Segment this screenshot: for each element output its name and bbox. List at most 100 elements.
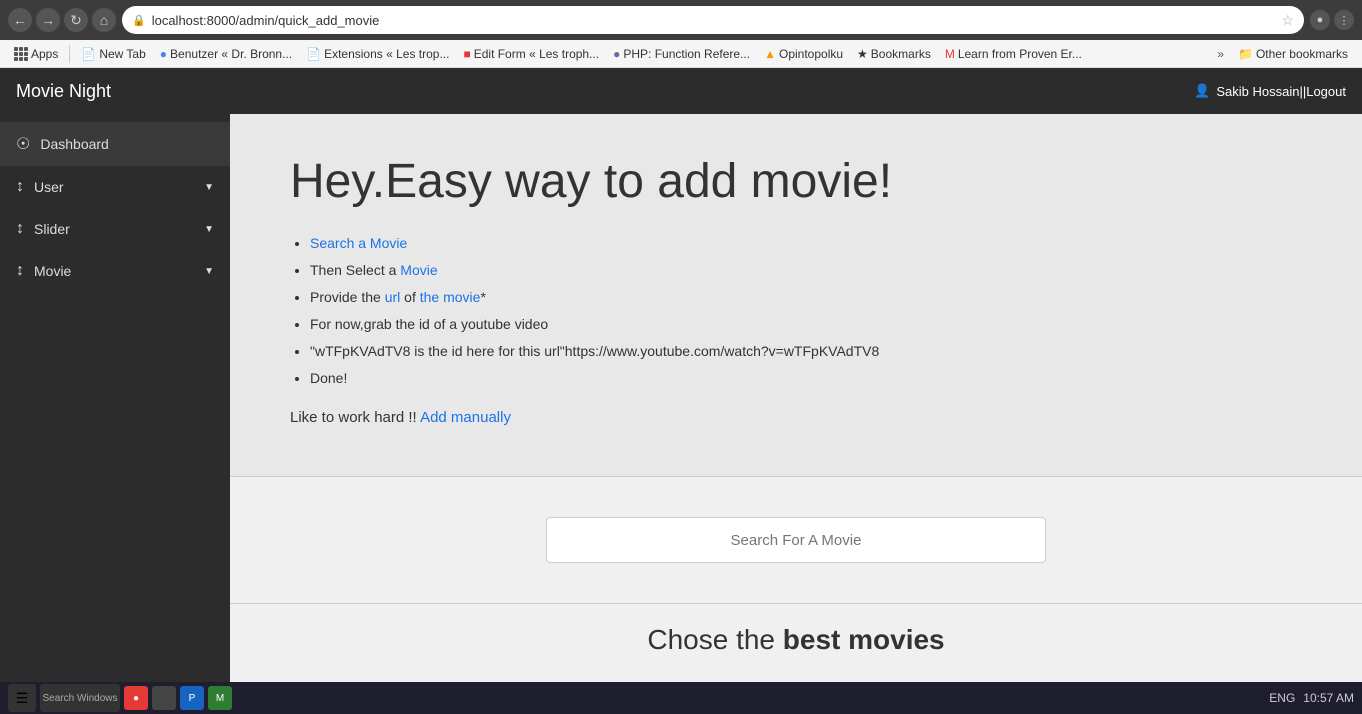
taskbar-app2-icon[interactable]: P	[180, 686, 204, 710]
search-movie-input[interactable]	[546, 517, 1046, 563]
instruction-list: Search a Movie Then Select a Movie Provi…	[290, 233, 1302, 389]
instruction-text: of	[400, 289, 419, 305]
user-icon: 👤	[1194, 83, 1210, 99]
search-taskbar-button[interactable]: Search Windows	[40, 684, 120, 712]
bottom-text-normal: Chose the	[647, 624, 782, 655]
hero-title: Hey.Easy way to add movie!	[290, 154, 1302, 209]
other-bookmarks-label: Other bookmarks	[1256, 47, 1348, 61]
bookmark-learn[interactable]: M Learn from Proven Er...	[939, 45, 1088, 63]
tab-icon: 📄	[81, 47, 96, 61]
instruction-text: *	[480, 289, 485, 305]
content-area: ☉ Dashboard ↕ User ▼ ↕ Slider ▼ ↕ Movie …	[0, 114, 1362, 682]
address-bar[interactable]: 🔒 ☆	[122, 6, 1304, 34]
taskbar-app-icon[interactable]	[152, 686, 176, 710]
bookmarks-icon: ★	[857, 47, 868, 61]
bookmark-label: Bookmarks	[871, 47, 931, 61]
bookmark-label: Opintopolku	[779, 47, 843, 61]
top-nav: Movie Night 👤 Sakib Hossain||Logout	[0, 68, 1362, 114]
work-hard-label: Like to work hard !!	[290, 409, 420, 426]
lock-icon: 🔒	[132, 14, 146, 27]
browser-chrome: ← → ↻ ⌂ 🔒 ☆ ● ⋮ Apps 📄 New Tab	[0, 0, 1362, 68]
more-bookmarks-button[interactable]: »	[1211, 45, 1230, 63]
extensions-button[interactable]: ●	[1310, 10, 1330, 30]
search-movie-link[interactable]: Search a Movie	[310, 235, 407, 251]
list-item: For now,grab the id of a youtube video	[310, 314, 1302, 335]
movie-link[interactable]: the movie	[420, 289, 481, 305]
bookmark-separator	[69, 45, 70, 63]
bottom-title: Chose the best movies	[647, 624, 944, 656]
menu-button[interactable]: ⋮	[1334, 10, 1354, 30]
main-content: Hey.Easy way to add movie! Search a Movi…	[230, 114, 1362, 682]
php-icon: ●	[613, 47, 620, 61]
nav-buttons: ← → ↻ ⌂	[8, 8, 116, 32]
bookmark-php[interactable]: ● PHP: Function Refere...	[607, 45, 756, 63]
apps-grid-icon	[14, 47, 28, 61]
bookmarks-bar: Apps 📄 New Tab ● Benutzer « Dr. Bronn...…	[0, 40, 1362, 68]
bookmark-opinto[interactable]: ▲ Opintopolku	[758, 45, 849, 63]
address-input[interactable]	[152, 13, 1276, 28]
bookmark-label: Learn from Proven Er...	[958, 47, 1082, 61]
taskbar-time: 10:57 AM	[1303, 691, 1354, 705]
user-nav-icon: ↕	[16, 178, 24, 196]
taskbar-right: ENG 10:57 AM	[1269, 691, 1354, 705]
dashboard-icon: ☉	[16, 134, 30, 154]
bookmark-bookmarks[interactable]: ★ Bookmarks	[851, 45, 937, 63]
slider-nav-icon: ↕	[16, 220, 24, 238]
start-button[interactable]: ☰	[8, 684, 36, 712]
taskbar-pinned-icons: ● P M	[124, 686, 232, 710]
extensions-icon: 📄	[306, 47, 321, 61]
sidebar-item-slider[interactable]: ↕ Slider ▼	[0, 208, 230, 250]
other-bookmarks[interactable]: 📁 Other bookmarks	[1232, 45, 1354, 63]
reload-button[interactable]: ↻	[64, 8, 88, 32]
hero-box: Hey.Easy way to add movie! Search a Movi…	[230, 114, 1362, 477]
sidebar-item-user[interactable]: ↕ User ▼	[0, 166, 230, 208]
taskbar-app3-icon[interactable]: M	[208, 686, 232, 710]
taskbar-lang: ENG	[1269, 691, 1295, 705]
bookmark-star-icon[interactable]: ☆	[1281, 12, 1294, 29]
select-movie-link[interactable]: Movie	[400, 262, 437, 278]
instruction-text: Then Select a	[310, 262, 400, 278]
back-button[interactable]: ←	[8, 8, 32, 32]
bookmark-label: Edit Form « Les troph...	[474, 47, 599, 61]
bookmark-benutzer[interactable]: ● Benutzer « Dr. Bronn...	[154, 45, 298, 63]
bottom-section: Chose the best movies	[230, 603, 1362, 676]
bookmark-new-tab[interactable]: 📄 New Tab	[75, 45, 151, 63]
bookmark-editform[interactable]: ■ Edit Form « Les troph...	[457, 45, 605, 63]
bookmark-extensions[interactable]: 📄 Extensions « Les trop...	[300, 45, 455, 63]
taskbar-left: ☰ Search Windows ● P M	[8, 684, 232, 712]
list-item: Provide the url of the movie*	[310, 287, 1302, 308]
sidebar-item-label: Movie	[34, 263, 194, 279]
taskbar-chrome-icon[interactable]: ●	[124, 686, 148, 710]
bookmark-label: Extensions « Les trop...	[324, 47, 449, 61]
learn-icon: M	[945, 47, 955, 61]
sidebar-item-label: Slider	[34, 221, 194, 237]
work-hard-text: Like to work hard !! Add manually	[290, 409, 1302, 426]
chevron-down-icon: ▼	[204, 266, 214, 277]
movie-nav-icon: ↕	[16, 262, 24, 280]
taskbar: ☰ Search Windows ● P M ENG 10:57 AM	[0, 682, 1362, 714]
add-manually-link[interactable]: Add manually	[420, 409, 511, 426]
list-item: Search a Movie	[310, 233, 1302, 254]
user-label[interactable]: Sakib Hossain||Logout	[1216, 84, 1346, 99]
list-item-quote: "wTFpKVAdTV8 is the id here for this url…	[310, 341, 1302, 362]
home-button[interactable]: ⌂	[92, 8, 116, 32]
app-container: Movie Night 👤 Sakib Hossain||Logout ☉ Da…	[0, 68, 1362, 682]
chevron-down-icon: ▼	[204, 224, 214, 235]
forward-button[interactable]: →	[36, 8, 60, 32]
url-link[interactable]: url	[385, 289, 401, 305]
search-section	[230, 477, 1362, 603]
sidebar-item-dashboard[interactable]: ☉ Dashboard	[0, 122, 230, 166]
opinto-icon: ▲	[764, 47, 776, 61]
sidebar-item-label: Dashboard	[40, 136, 214, 152]
browser-toolbar: ← → ↻ ⌂ 🔒 ☆ ● ⋮	[0, 0, 1362, 40]
bookmark-label: PHP: Function Refere...	[623, 47, 750, 61]
folder-icon: 📁	[1238, 47, 1253, 61]
bookmark-apps[interactable]: Apps	[8, 45, 64, 63]
user-info: 👤 Sakib Hossain||Logout	[1194, 83, 1346, 99]
apps-label: Apps	[31, 47, 58, 61]
bookmark-label: Benutzer « Dr. Bronn...	[170, 47, 292, 61]
instruction-text: Provide the	[310, 289, 385, 305]
sidebar-item-movie[interactable]: ↕ Movie ▼	[0, 250, 230, 292]
list-item: Then Select a Movie	[310, 260, 1302, 281]
chevron-down-icon: ▼	[204, 182, 214, 193]
